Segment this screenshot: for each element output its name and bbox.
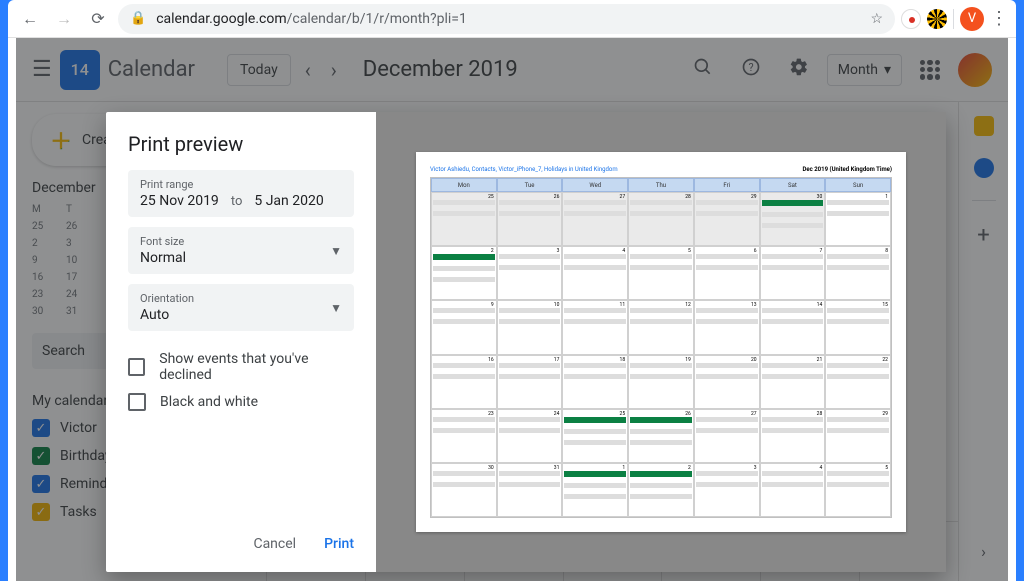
chevron-down-icon: ▼	[330, 301, 342, 315]
checkbox-icon	[128, 393, 146, 411]
range-from-value: 25 Nov 2019	[140, 193, 219, 209]
profile-avatar[interactable]: V	[960, 7, 984, 31]
show-declined-checkbox[interactable]: Show events that you've declined	[128, 351, 354, 383]
preview-page: Victor Ashiedu, Contacts, Victor_iPhone_…	[416, 152, 906, 532]
print-button[interactable]: Print	[324, 536, 354, 552]
address-bar[interactable]: 🔒 calendar.google.com/calendar/b/1/r/mon…	[118, 4, 895, 34]
dialog-title: Print preview	[128, 132, 354, 156]
print-preview-canvas: Victor Ashiedu, Contacts, Victor_iPhone_…	[376, 112, 946, 572]
print-range-field[interactable]: Print range 25 Nov 2019 to 5 Jan 2020	[128, 170, 354, 217]
preview-calendar-list: Victor Ashiedu, Contacts, Victor_iPhone_…	[430, 166, 618, 173]
chrome-menu-button[interactable]: ⋮	[990, 8, 1008, 29]
back-button[interactable]: ←	[16, 5, 44, 33]
chevron-down-icon: ▼	[330, 244, 342, 258]
url-host: calendar.google.com	[156, 11, 286, 27]
range-to-value: 5 Jan 2020	[254, 193, 323, 209]
lock-icon: 🔒	[130, 11, 146, 26]
orientation-select[interactable]: Orientation Auto ▼	[128, 284, 354, 331]
url-path: /calendar/b/1/r/month?pli=1	[287, 11, 467, 27]
preview-title: Dec 2019 (United Kingdom Time)	[802, 166, 892, 173]
browser-toolbar: ← → ⟳ 🔒 calendar.google.com/calendar/b/1…	[8, 0, 1016, 38]
bookmark-star-icon[interactable]: ☆	[870, 11, 883, 27]
reload-button[interactable]: ⟳	[84, 5, 112, 33]
print-preview-dialog: Print preview Print range 25 Nov 2019 to…	[106, 112, 946, 572]
forward-button[interactable]: →	[50, 5, 78, 33]
extension-icon-2[interactable]	[927, 9, 947, 29]
extension-icon-1[interactable]	[901, 9, 921, 29]
cancel-button[interactable]: Cancel	[253, 536, 296, 552]
font-size-select[interactable]: Font size Normal ▼	[128, 227, 354, 274]
checkbox-icon	[128, 358, 145, 376]
black-white-checkbox[interactable]: Black and white	[128, 393, 354, 411]
